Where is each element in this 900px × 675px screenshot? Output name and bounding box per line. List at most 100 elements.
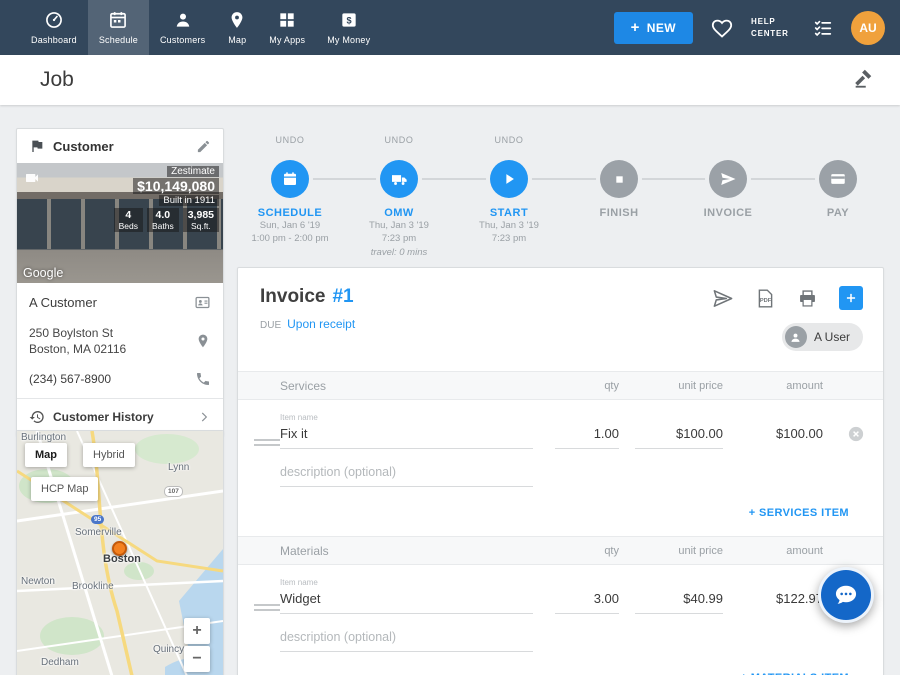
item-name-input[interactable] (280, 423, 533, 449)
nav-label: My Money (327, 35, 370, 45)
nav-label: Map (228, 35, 246, 45)
nav-label: Schedule (99, 35, 138, 45)
step-omw: UNDO OMW Thu, Jan 3 '19 7:23 pm travel: … (344, 128, 454, 259)
nav-item-map[interactable]: Map (216, 0, 258, 55)
print-icon[interactable] (797, 288, 818, 309)
unit-price-column-header: unit price (635, 545, 723, 557)
due-label: DUE (260, 320, 281, 331)
step-time: 7:23 pm (382, 232, 416, 245)
card-step-icon[interactable] (819, 160, 857, 198)
invoice-title: Invoice (260, 286, 325, 308)
service-description-row (238, 461, 883, 487)
contact-card-icon[interactable] (194, 294, 211, 311)
user-silhouette-icon (785, 326, 807, 348)
customer-name-row: A Customer (17, 283, 223, 318)
item-name-label: Item name (280, 578, 533, 587)
amount-column-header: amount (739, 545, 823, 557)
stat-baths: 4.0 Baths (147, 208, 179, 232)
undo-button[interactable]: UNDO (495, 128, 524, 160)
unit-price-input[interactable] (635, 588, 723, 614)
phone-icon[interactable] (195, 371, 211, 387)
customer-phone-row: (234) 567-8900 (17, 364, 223, 398)
zoom-out-button[interactable]: − (184, 646, 210, 672)
google-watermark: Google (23, 266, 63, 280)
route-shield: 107 (164, 486, 183, 497)
add-invoice-item-button[interactable] (839, 286, 863, 310)
zestimate-value: $10,149,080 (133, 178, 219, 194)
nav-item-my-money[interactable]: $ My Money (316, 0, 381, 55)
due-value-link[interactable]: Upon receipt (287, 317, 355, 331)
truck-step-icon[interactable] (380, 160, 418, 198)
map-pin-icon (227, 10, 247, 30)
add-service-item-link[interactable]: + SERVICES ITEM (749, 507, 849, 519)
help-center-link[interactable]: HELP CENTER (751, 16, 795, 40)
chat-fab-button[interactable] (818, 567, 874, 623)
location-pin-icon[interactable] (195, 333, 211, 349)
map-label: Quincy (153, 644, 184, 655)
nav-item-my-apps[interactable]: My Apps (258, 0, 316, 55)
step-time: 7:23 pm (492, 232, 526, 245)
step-date: Thu, Jan 3 '19 (479, 219, 539, 232)
property-photo[interactable]: Zestimate $10,149,080 Built in 1911 4 Be… (17, 163, 223, 283)
money-icon: $ (339, 10, 359, 30)
drag-handle-icon[interactable] (254, 439, 280, 446)
pdf-icon[interactable]: PDF (755, 288, 776, 309)
map-type-hybrid-button[interactable]: Hybrid (83, 443, 135, 467)
top-nav: Dashboard Schedule Customers Map (0, 0, 900, 55)
step-date: Thu, Jan 3 '19 (369, 219, 429, 232)
description-input[interactable] (280, 626, 533, 652)
step-label: INVOICE (704, 207, 753, 219)
invoice-actions: PDF A User (711, 286, 863, 351)
add-material-item-row: + MATERIALS ITEM (238, 668, 883, 675)
description-input[interactable] (280, 461, 533, 487)
job-progress-stepper: UNDO SCHEDULE Sun, Jan 6 '19 1:00 pm - 2… (237, 128, 884, 266)
remove-item-icon[interactable] (847, 425, 865, 443)
nav-item-dashboard[interactable]: Dashboard (20, 0, 88, 55)
heart-icon[interactable] (710, 16, 734, 40)
invoice-number[interactable]: #1 (332, 286, 353, 308)
new-button[interactable]: + NEW (614, 12, 693, 44)
route-shield: 95 (91, 515, 104, 524)
send-step-icon[interactable] (709, 160, 747, 198)
nav-label: Dashboard (31, 35, 77, 45)
send-invoice-icon[interactable] (711, 287, 734, 310)
zestimate-label: Zestimate (167, 166, 219, 177)
play-step-icon[interactable] (490, 160, 528, 198)
qty-input[interactable] (555, 588, 619, 614)
services-section-header: Services qty unit price amount (238, 371, 883, 400)
chevron-right-icon (197, 410, 211, 424)
invoice-header: Invoice #1 DUE Upon receipt PDF (238, 268, 883, 371)
assigned-user-pill[interactable]: A User (782, 323, 863, 351)
qty-input[interactable] (555, 423, 619, 449)
map-type-map-button[interactable]: Map (25, 443, 67, 467)
drag-handle-icon[interactable] (254, 604, 280, 611)
zoom-in-button[interactable]: + (184, 618, 210, 644)
stop-step-icon[interactable] (600, 160, 638, 198)
mini-map[interactable]: Burlington Lynn Somerville Boston Newton… (16, 430, 224, 675)
customer-history-label: Customer History (53, 410, 197, 424)
unit-price-input[interactable] (635, 423, 723, 449)
undo-button[interactable]: UNDO (276, 128, 305, 160)
hcp-map-button[interactable]: HCP Map (31, 477, 98, 501)
item-name-input[interactable] (280, 588, 533, 614)
user-avatar[interactable]: AU (851, 11, 885, 45)
step-start: UNDO START Thu, Jan 3 '19 7:23 pm (454, 128, 564, 246)
job-location-pin (112, 541, 127, 556)
nav-item-schedule[interactable]: Schedule (88, 0, 149, 55)
amount-column-header: amount (739, 380, 823, 392)
map-label: Lynn (168, 462, 189, 473)
step-label: START (490, 207, 528, 219)
page-header: Job (0, 55, 900, 105)
job-tools-icon[interactable] (852, 67, 874, 94)
tasks-icon[interactable] (812, 17, 834, 39)
app-root: Dashboard Schedule Customers Map (0, 0, 900, 675)
plus-icon: + (631, 23, 640, 33)
customer-phone: (234) 567-8900 (29, 372, 195, 386)
nav-item-customers[interactable]: Customers (149, 0, 216, 55)
flag-icon (29, 138, 45, 154)
step-travel: travel: 0 mins (371, 246, 428, 259)
schedule-step-icon[interactable] (271, 160, 309, 198)
edit-pencil-icon[interactable] (196, 139, 211, 154)
undo-button[interactable]: UNDO (385, 128, 414, 160)
step-invoice: INVOICE (673, 128, 783, 219)
